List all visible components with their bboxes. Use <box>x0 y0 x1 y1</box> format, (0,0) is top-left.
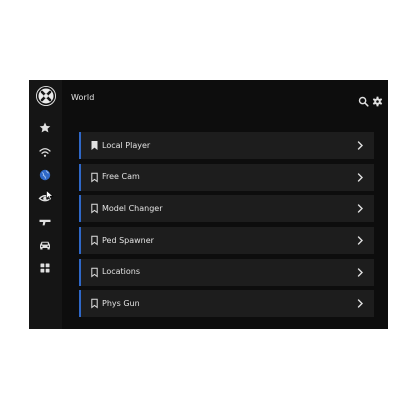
page-title: World <box>71 93 95 102</box>
menu-item-ped-spawner[interactable]: Ped Spawner <box>79 227 374 255</box>
search-icon[interactable] <box>358 96 369 107</box>
car-icon <box>40 241 50 250</box>
chevron-right-icon <box>356 299 364 309</box>
menu-list: Local Player Free Cam Model Changer Ped … <box>79 132 374 322</box>
chevron-right-icon <box>356 268 364 277</box>
chevron-right-icon <box>356 141 364 150</box>
chevron-right-icon <box>356 204 364 214</box>
bookmark-filled-icon <box>89 140 100 151</box>
menu-item-model-changer[interactable]: Model Changer <box>79 195 374 223</box>
menu-item-label: Free Cam <box>102 172 140 182</box>
sidebar-item-vehicles[interactable] <box>36 236 54 254</box>
gun-icon <box>39 219 51 226</box>
chevron-right-icon <box>356 172 364 182</box>
bookmark-icon <box>89 235 100 246</box>
mod-menu-window: World Local Player Free Cam Model Change… <box>29 80 388 329</box>
menu-item-label: Ped Spawner <box>102 235 154 245</box>
menu-item-label: Phys Gun <box>102 298 140 308</box>
gear-icon[interactable] <box>372 96 383 107</box>
bookmark-icon <box>89 203 100 214</box>
bookmark-icon <box>89 267 100 278</box>
main-content: World Local Player Free Cam Model Change… <box>62 80 388 329</box>
menu-item-locations[interactable]: Locations <box>79 258 374 286</box>
sidebar-item-world[interactable] <box>36 166 54 184</box>
sidebar-item-network[interactable] <box>36 143 54 161</box>
wifi-icon <box>39 148 51 157</box>
menu-item-label: Model Changer <box>102 203 163 213</box>
sidebar-item-more[interactable] <box>36 259 54 277</box>
x-circle-logo-icon <box>36 86 56 106</box>
menu-item-free-cam[interactable]: Free Cam <box>79 163 374 191</box>
grid-icon <box>40 263 50 273</box>
sidebar-item-weapons[interactable] <box>36 213 54 231</box>
chevron-right-icon <box>356 236 364 245</box>
star-icon <box>39 122 51 133</box>
menu-item-label: Locations <box>102 267 141 277</box>
mouse-cursor-icon <box>46 186 54 201</box>
sidebar <box>29 80 62 329</box>
menu-item-phys-gun[interactable]: Phys Gun <box>79 290 374 318</box>
sidebar-item-star[interactable] <box>36 119 54 137</box>
globe-icon <box>39 169 51 181</box>
menu-item-label: Local Player <box>102 140 151 150</box>
menu-item-local-player[interactable]: Local Player <box>79 132 374 159</box>
bookmark-icon <box>89 298 100 309</box>
bookmark-icon <box>89 172 100 183</box>
